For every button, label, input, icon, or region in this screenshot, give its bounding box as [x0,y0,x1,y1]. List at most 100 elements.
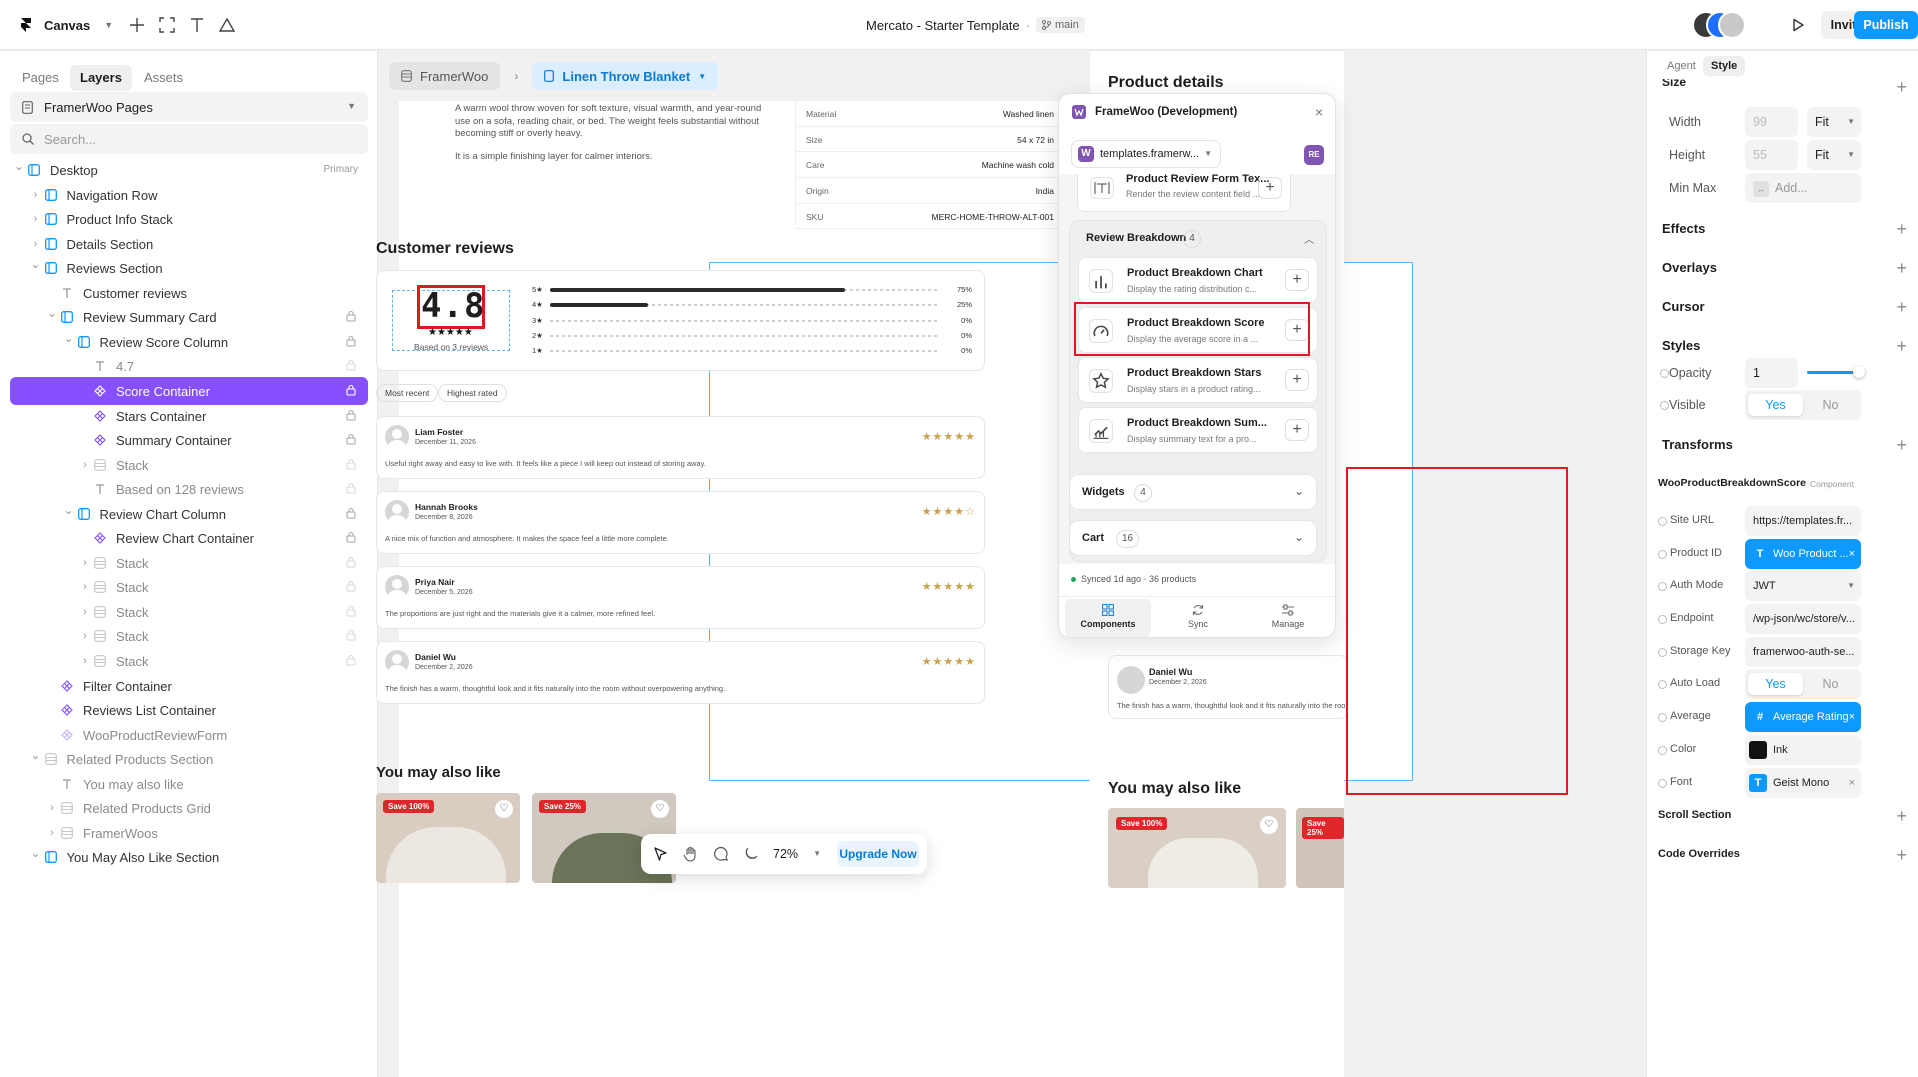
breadcrumb-root[interactable]: FramerWoo [389,62,501,90]
plus-icon[interactable]: + [1896,436,1907,454]
product-id-binding[interactable]: T Woo Product ... × [1745,539,1861,569]
plus-icon[interactable]: + [1896,259,1907,277]
height_value-input[interactable]: 55 [1745,140,1798,170]
variable-dot-icon[interactable] [1658,779,1667,788]
heart-icon[interactable]: ♡ [651,800,669,818]
average-binding[interactable]: # Average Rating × [1745,702,1861,732]
close-icon[interactable]: × [1849,768,1855,798]
heart-icon[interactable]: ♡ [495,800,513,818]
upgrade-button[interactable]: Upgrade Now [837,841,919,867]
hand-tool-button[interactable] [679,842,705,866]
zoom-select[interactable]: 72% ▼ [767,841,825,867]
product-thumb[interactable]: Save 100% ♡ [376,793,520,883]
slider-thumb[interactable] [1853,366,1865,378]
layer-row[interactable]: › Stack [10,647,368,675]
page-selector[interactable]: FramerWoo Pages ▼ [10,92,368,122]
layer-row[interactable]: Reviews List Container [10,696,368,724]
lock-icon[interactable] [346,556,358,568]
tab-sync[interactable]: Sync [1155,599,1241,637]
select-tool-button[interactable] [649,842,675,866]
variable-dot-icon[interactable] [1658,680,1667,689]
chevron-right-icon[interactable]: › [80,459,90,470]
lock-icon[interactable] [346,482,358,494]
close-icon[interactable]: × [1849,702,1855,732]
text-tool-button[interactable] [184,12,210,38]
chevron-right-icon[interactable]: › [80,557,90,568]
lock-icon[interactable] [346,335,358,347]
lock-icon[interactable] [346,605,358,617]
layer-row[interactable]: › Product Info Stack [10,205,368,233]
storage-key-input[interactable]: framerwoo-auth-se... [1745,637,1861,667]
section-overlays[interactable]: Overlays [1662,260,1717,275]
color-field[interactable]: Ink [1745,735,1861,765]
lock-icon[interactable] [346,384,358,396]
group-header[interactable]: Review Breakdown 4 ︿ [1070,221,1328,257]
add-component-button[interactable]: + [1285,369,1309,391]
layer-row[interactable]: Summary Container [10,426,368,454]
plus-icon[interactable]: + [1896,807,1907,825]
variable-dot-icon[interactable] [1658,615,1667,624]
site-url-input[interactable]: https://templates.fr... [1745,506,1861,536]
lock-icon[interactable] [346,654,358,666]
close-icon[interactable]: × [1315,104,1323,120]
product-thumb[interactable]: Save 100% ♡ [1108,808,1286,888]
lock-icon[interactable] [346,507,358,519]
add-tool-button[interactable] [124,12,150,38]
add-component-button[interactable]: + [1285,419,1309,441]
chevron-down-icon[interactable]: ⌄ [64,332,74,344]
publish-button[interactable]: Publish [1854,11,1918,39]
lock-icon[interactable] [346,531,358,543]
add-component-button[interactable]: + [1285,269,1309,291]
filter-highest-rated[interactable]: Highest rated [438,384,507,402]
plus-icon[interactable]: + [1896,298,1907,316]
chevron-down-icon[interactable]: ⌄ [31,847,41,859]
plus-icon[interactable]: + [1896,337,1907,355]
chevron-right-icon[interactable]: › [80,631,90,642]
opacity-input[interactable]: 1 [1745,358,1798,388]
code-overrides-heading[interactable]: Code Overrides [1658,848,1740,860]
preview-button[interactable] [1783,11,1813,39]
breadcrumb-current[interactable]: Linen Throw Blanket ▼ [532,62,719,90]
lock-icon[interactable] [346,580,358,592]
tab-style[interactable]: Style [1703,56,1746,76]
variable-dot-icon[interactable] [1658,550,1667,559]
search-input[interactable]: Search... [44,132,96,147]
chevron-down-icon[interactable]: ⌄ [31,258,41,270]
canvas-menu-button[interactable]: Canvas ▼ [12,11,121,39]
layer-row-selected[interactable]: Score Container [10,376,368,405]
section-cart[interactable]: Cart 16 ⌄ [1069,520,1317,556]
layer-row[interactable]: ⌄ Reviews Section [10,254,368,282]
chevron-right-icon[interactable]: › [80,606,90,617]
collaborator-avatars[interactable] [1692,11,1746,39]
scroll-section-heading[interactable]: Scroll Section [1658,809,1731,821]
variable-dot-icon[interactable] [1658,517,1667,526]
plus-icon[interactable]: + [1896,846,1907,864]
project-title[interactable]: Mercato - Starter Template [866,18,1020,33]
chevron-right-icon[interactable]: › [31,214,41,225]
visible-toggle[interactable]: Yes No [1745,390,1861,420]
tab-manage[interactable]: Manage [1245,599,1331,637]
section-widgets[interactable]: Widgets 4 ⌄ [1069,474,1317,510]
tab-pages[interactable]: Pages [12,65,69,91]
component-item[interactable]: Product Breakdown Stars Display stars in… [1078,357,1318,403]
close-icon[interactable]: × [1849,539,1855,569]
chevron-down-icon[interactable]: ⌄ [47,307,57,319]
transforms-heading[interactable]: Transforms [1662,437,1733,452]
chevron-down-icon[interactable]: ⌄ [31,749,41,761]
theme-toggle-button[interactable] [739,842,765,866]
width_value-input[interactable]: 99 [1745,107,1798,137]
product-thumb[interactable]: Save 25% [1296,808,1344,888]
vector-tool-button[interactable] [214,12,240,38]
branch-badge[interactable]: main [1036,17,1085,33]
endpoint-input[interactable]: /wp-json/wc/store/v... [1745,604,1861,634]
opacity-slider[interactable] [1807,366,1865,378]
frame-tool-button[interactable] [154,12,180,38]
chevron-right-icon[interactable]: › [47,803,57,814]
chevron-right-icon[interactable]: › [31,238,41,249]
section-cursor[interactable]: Cursor [1662,299,1705,314]
variable-dot-icon[interactable] [1660,401,1669,410]
chevron-down-icon[interactable]: ⌄ [14,160,24,172]
lock-icon[interactable] [346,433,358,445]
comment-tool-button[interactable] [709,842,735,866]
layer-search[interactable]: Search... [10,124,368,154]
